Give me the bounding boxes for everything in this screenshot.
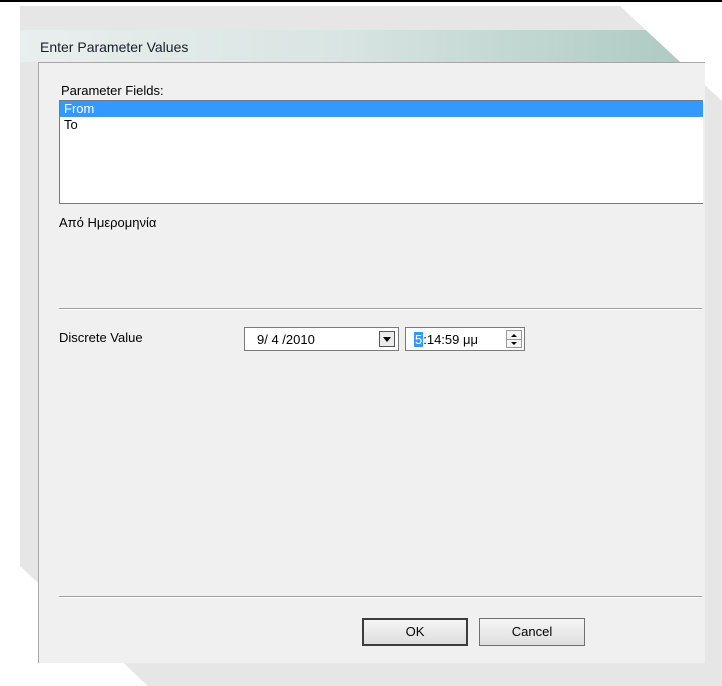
parameter-fields-label: Parameter Fields: [61, 83, 164, 98]
separator-top [59, 308, 702, 310]
date-value: 9/ 4 /2010 [257, 332, 315, 347]
list-item-to[interactable]: To [60, 117, 703, 133]
parameter-fields-list[interactable]: From To [59, 100, 703, 204]
parameter-description: Από Ημερομηνία [59, 215, 157, 230]
list-item-from[interactable]: From [60, 101, 703, 117]
time-value[interactable]: 5:14:59 μμ [414, 332, 478, 347]
time-spinner[interactable] [506, 330, 522, 348]
discrete-value-label: Discrete Value [59, 330, 143, 345]
separator-bottom [59, 596, 702, 598]
ok-button[interactable]: OK [362, 618, 468, 646]
time-picker[interactable]: 5:14:59 μμ [405, 327, 525, 351]
window-title: Enter Parameter Values [40, 39, 189, 55]
time-hour-segment[interactable]: 5 [414, 332, 424, 347]
spin-down-icon[interactable] [507, 339, 521, 347]
time-rest-segment: :14:59 μμ [423, 332, 478, 347]
date-picker[interactable]: 9/ 4 /2010 [244, 327, 399, 351]
title-bar[interactable]: Enter Parameter Values [20, 30, 722, 62]
top-border-line [0, 0, 722, 2]
chevron-down-icon[interactable] [379, 331, 395, 347]
cancel-button[interactable]: Cancel [479, 618, 585, 646]
